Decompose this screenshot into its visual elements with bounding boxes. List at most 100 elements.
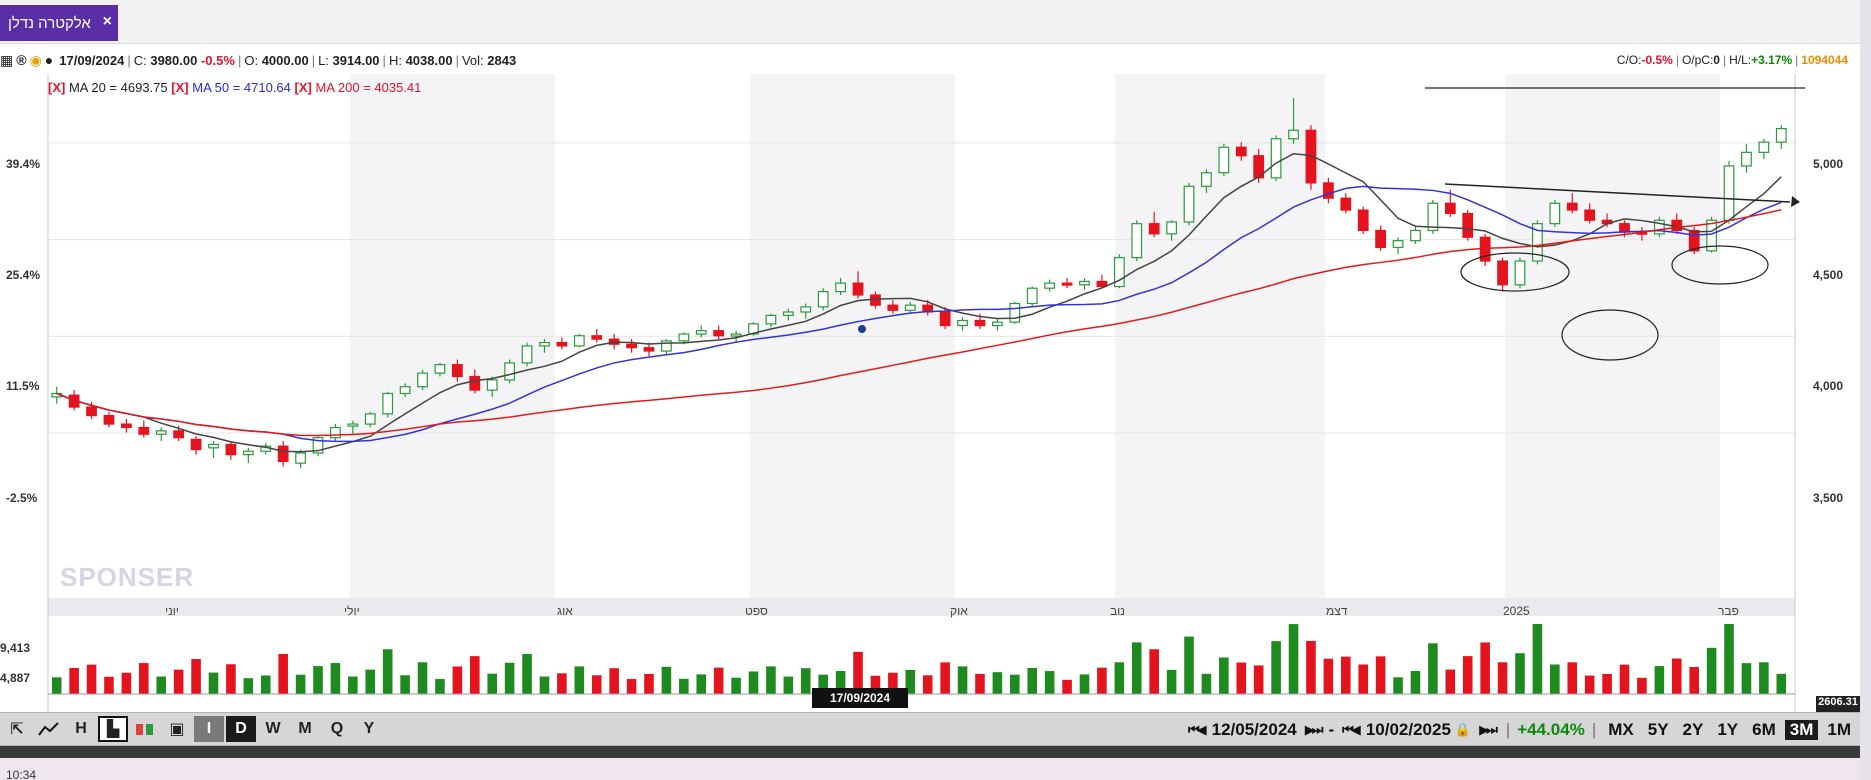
taskbar: 10:34	[0, 746, 1871, 780]
close-value: 3980.00	[150, 52, 198, 68]
start-first-icon[interactable]: ⏮◀	[1184, 722, 1208, 738]
volume-bar	[1131, 642, 1142, 694]
candle-body	[434, 364, 446, 374]
volume-bar	[191, 659, 201, 694]
range-change: +44.04%	[1517, 720, 1585, 739]
candle-body	[1148, 223, 1160, 235]
volume-bar	[1515, 653, 1525, 694]
interval-yearly[interactable]: Y	[354, 716, 384, 742]
bar-chart-icon[interactable]: ▙	[98, 716, 128, 742]
volume-bar	[435, 679, 445, 694]
price-tick: 3,500	[1813, 491, 1844, 505]
volume-bar	[1654, 666, 1665, 694]
volume-bar	[975, 673, 985, 694]
candle-body	[399, 386, 411, 395]
candle-body	[539, 341, 550, 347]
period-1y[interactable]: 1Y	[1712, 720, 1743, 740]
interval-intraday[interactable]: I	[194, 716, 224, 742]
month-label: יוני	[165, 604, 180, 618]
chart-area[interactable]: [X] MA 20 = 4693.75 [X] MA 50 = 4710.64 …	[0, 74, 1860, 724]
hlc-chart-icon[interactable]: H	[66, 716, 96, 742]
candle-body	[1514, 260, 1526, 286]
candle-body	[1235, 146, 1247, 157]
candle-body	[1131, 223, 1143, 259]
ma20-remove[interactable]: [X]	[48, 80, 65, 95]
candle-body	[347, 423, 359, 427]
candle-body	[1009, 302, 1021, 323]
interval-daily[interactable]: D	[226, 716, 256, 742]
candle-body	[1218, 146, 1230, 174]
hl-label: H/L:	[1729, 53, 1752, 67]
candle-body	[173, 430, 185, 439]
volume-bar	[644, 673, 654, 694]
low-value: 3914.00	[332, 52, 380, 68]
open-value: 4000.00	[261, 52, 309, 68]
start-next-icon[interactable]: ▶⏭	[1301, 722, 1325, 738]
candle-body	[939, 311, 951, 327]
volume-bar	[609, 668, 619, 694]
candle-body	[225, 443, 237, 456]
start-date[interactable]: 12/05/2024	[1212, 720, 1297, 740]
tab-elctra-nadlan[interactable]: אלקטרה נדלן ×	[0, 5, 118, 41]
candle-body	[1026, 287, 1038, 305]
candle-body	[1392, 240, 1404, 249]
candle-body	[190, 438, 202, 451]
volume-bar	[1306, 640, 1316, 694]
end-next-icon[interactable]: ▶⏭	[1475, 722, 1499, 738]
close-icon[interactable]: ×	[103, 13, 112, 31]
end-date[interactable]: 10/02/2025	[1366, 720, 1451, 740]
lock-icon[interactable]: 🔒	[1455, 722, 1471, 738]
period-6m[interactable]: 6M	[1747, 720, 1781, 740]
comment-icon[interactable]: ●	[45, 52, 53, 69]
candle-body	[521, 345, 533, 364]
candle-body	[1758, 141, 1770, 153]
registered-icon[interactable]: ®	[16, 52, 26, 69]
candle-body	[86, 406, 97, 417]
volume-bar	[1567, 662, 1578, 694]
candle-body	[155, 430, 167, 435]
info-date: 17/09/2024	[59, 52, 125, 68]
candle-body	[1741, 151, 1752, 167]
volume-bar	[1097, 667, 1107, 694]
crosshair-date: 17/09/2024	[812, 688, 908, 708]
close-label: C:	[133, 52, 147, 68]
calculator-icon[interactable]: ▦	[0, 52, 13, 69]
candle-body	[504, 362, 516, 381]
volume-bar	[1776, 673, 1787, 694]
window-edge	[1860, 0, 1871, 780]
volume-bar	[452, 666, 463, 694]
ma50-remove[interactable]: [X]	[171, 80, 188, 95]
volume-bar	[1044, 671, 1055, 694]
candle-chart-icon[interactable]	[130, 716, 160, 742]
line-chart-icon[interactable]	[34, 716, 64, 742]
volume-bar	[1253, 665, 1264, 694]
period-2y[interactable]: 2Y	[1678, 720, 1709, 740]
interval-quarterly[interactable]: Q	[322, 716, 352, 742]
interval-weekly[interactable]: W	[258, 716, 288, 742]
candle-body	[242, 450, 254, 456]
co-label: C/O:	[1616, 53, 1642, 67]
period-3m[interactable]: 3M	[1784, 720, 1819, 740]
month-label: אוק	[950, 604, 968, 618]
volume-bar	[731, 677, 741, 694]
candle-body	[1166, 221, 1177, 235]
time-axis-strip	[48, 598, 1795, 616]
end-first-icon[interactable]: ⏮◀	[1338, 722, 1362, 738]
price-chart[interactable]	[0, 74, 1860, 714]
co-value: -0.5%	[1641, 53, 1673, 67]
circle-icon[interactable]: ◉	[30, 52, 42, 69]
title-bar: אלקטרה נדלן ×	[0, 0, 1860, 44]
range-controls: ⏮◀ 12/05/2024 ▶⏭ - ⏮◀ 10/02/2025 🔒 ▶⏭ | …	[1184, 713, 1856, 747]
volume-bar	[1724, 624, 1734, 694]
month-label: ספט	[745, 604, 768, 618]
volume-bar	[1532, 624, 1543, 694]
volume-bar	[1619, 664, 1630, 694]
period-1m[interactable]: 1M	[1822, 720, 1856, 740]
ma200-remove[interactable]: [X]	[295, 80, 312, 95]
cursor-icon[interactable]: ⇱	[2, 716, 32, 742]
interval-monthly[interactable]: M	[290, 716, 320, 742]
period-mx[interactable]: MX	[1603, 720, 1639, 740]
price-tick: 4,500	[1813, 268, 1844, 282]
period-5y[interactable]: 5Y	[1643, 720, 1674, 740]
save-icon[interactable]: ▣	[162, 716, 192, 742]
